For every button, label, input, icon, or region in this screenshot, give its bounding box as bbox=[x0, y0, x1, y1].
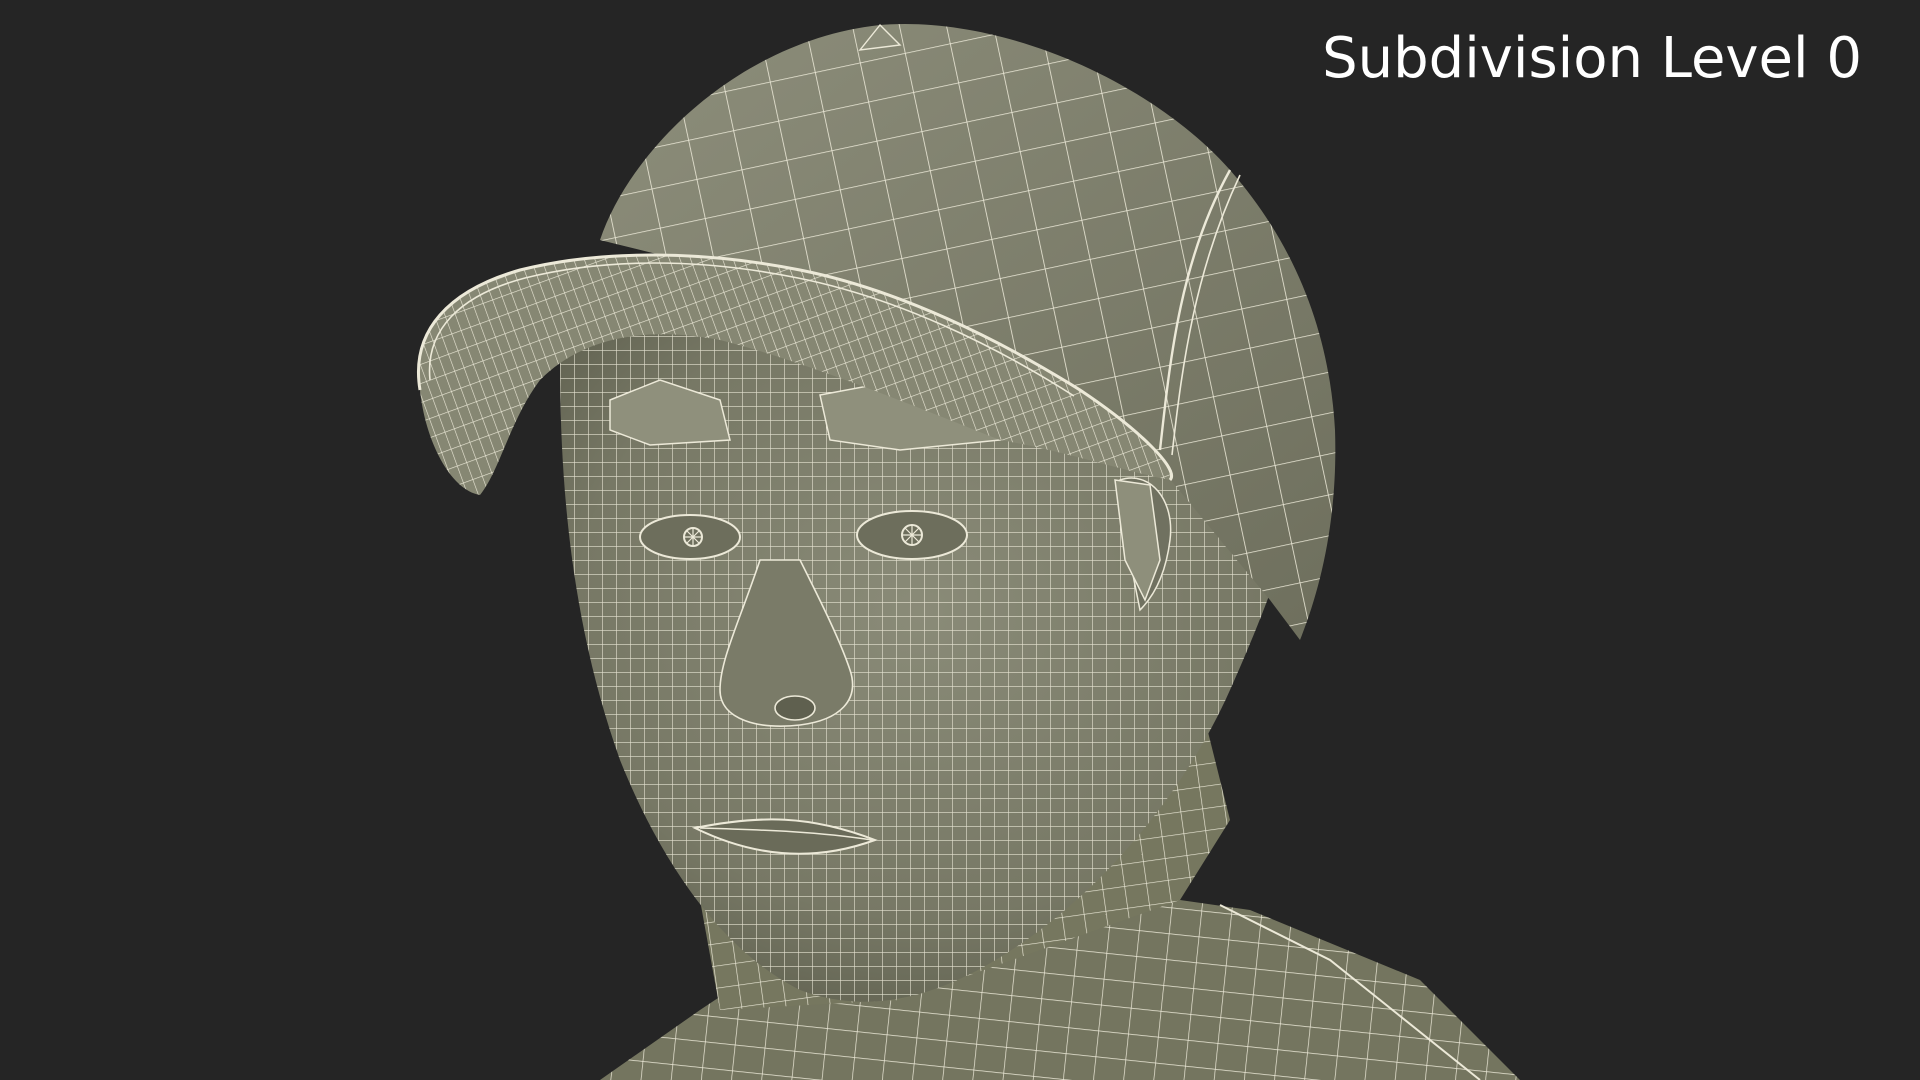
right-eye bbox=[856, 510, 968, 560]
left-eye bbox=[639, 514, 741, 560]
subdivision-level-caption: Subdivision Level 0 bbox=[1322, 26, 1862, 91]
render-viewport: Subdivision Level 0 bbox=[0, 0, 1920, 1080]
wireframe-render bbox=[417, 23, 1520, 1080]
